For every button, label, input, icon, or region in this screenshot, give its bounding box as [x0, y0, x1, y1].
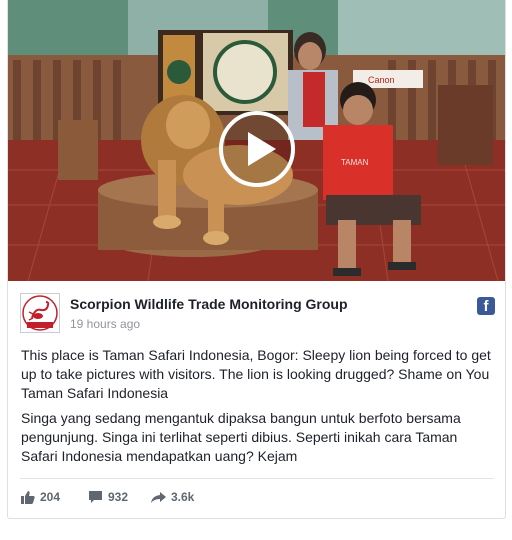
share-arrow-icon — [151, 491, 166, 503]
likes-value: 204 — [40, 490, 61, 504]
play-button[interactable] — [218, 110, 296, 188]
embedded-post-card: Canon TAMAN Scorpion Wildlife Trade Moni… — [7, 0, 506, 519]
banner-text: Canon — [368, 75, 395, 85]
scorpion-logo-icon — [22, 295, 58, 331]
stats-divider — [20, 478, 494, 479]
shares-count[interactable]: 3.6k — [151, 490, 194, 504]
likes-count[interactable]: 204 — [21, 490, 60, 504]
post-header: Scorpion Wildlife Trade Monitoring Group… — [20, 293, 495, 338]
comments-value: 932 — [108, 490, 129, 504]
page-name-link[interactable]: Scorpion Wildlife Trade Monitoring Group — [70, 296, 348, 312]
facebook-logo-icon[interactable]: f — [477, 297, 495, 315]
post-text-english: This place is Taman Safari Indonesia, Bo… — [21, 347, 491, 401]
post-text-indonesian: Singa yang sedang mengantuk dipaksa bang… — [21, 410, 461, 464]
thumbs-up-icon — [21, 491, 35, 504]
shirt-text: TAMAN — [341, 158, 369, 167]
shares-value: 3.6k — [171, 490, 195, 504]
avatar[interactable] — [20, 293, 60, 333]
video-thumbnail[interactable]: Canon TAMAN — [8, 0, 505, 281]
comments-count[interactable]: 932 — [88, 490, 128, 504]
play-icon — [219, 111, 295, 187]
comment-icon — [89, 491, 102, 503]
post-timestamp[interactable]: 19 hours ago — [70, 317, 140, 331]
